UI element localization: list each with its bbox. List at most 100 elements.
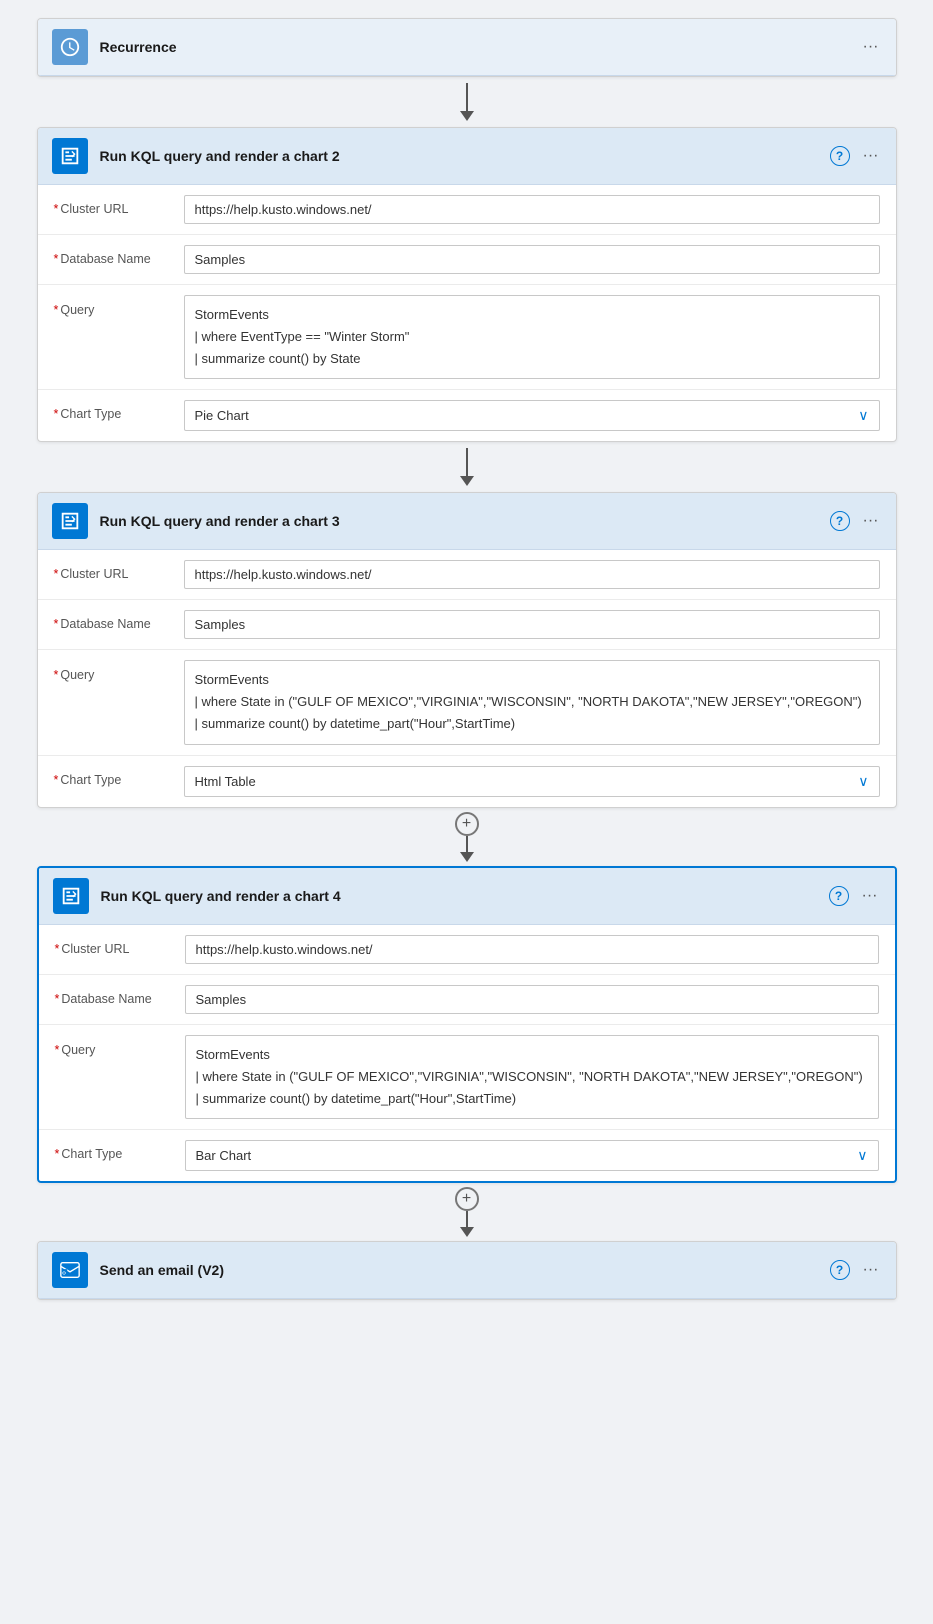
kql-card-2-query-box[interactable]: StormEvents | where EventType == "Winter… <box>184 295 880 379</box>
kql-card-4-actions: ? ··· <box>829 884 881 908</box>
kql-card-2-body: *Cluster URL *Database Name *Query <box>38 185 896 441</box>
email-card-actions: ? ··· <box>830 1258 882 1282</box>
kql-card-2-cluster-label: *Cluster URL <box>54 195 184 216</box>
kql-card-2-query-line1: StormEvents <box>195 304 869 326</box>
kql-card-4-query-box[interactable]: StormEvents | where State in ("GULF OF M… <box>185 1035 879 1119</box>
arrow-line-1 <box>466 83 468 111</box>
kql-card-3-body: *Cluster URL *Database Name *Query <box>38 550 896 806</box>
kql-card-3-title: Run KQL query and render a chart 3 <box>100 513 830 529</box>
kql-card-4-query-line2: | where State in ("GULF OF MEXICO","VIRG… <box>196 1066 868 1088</box>
kql-card-3-db-row: *Database Name <box>38 600 896 650</box>
recurrence-card: Recurrence ··· <box>37 18 897 77</box>
kql-card-3-query-value: StormEvents | where State in ("GULF OF M… <box>184 660 880 744</box>
kql-card-2-cluster-row: *Cluster URL <box>38 185 896 235</box>
kql-card-4-chart-label: *Chart Type <box>55 1140 185 1161</box>
kql-card-2-more-btn[interactable]: ··· <box>860 144 882 168</box>
kql-card-4-db-input[interactable] <box>185 985 879 1014</box>
kql-card-3: Run KQL query and render a chart 3 ? ···… <box>37 492 897 807</box>
kql-card-3-chart-row: *Chart Type Html Table ∨ <box>38 756 896 807</box>
kql-card-4-chart-row: *Chart Type Bar Chart ∨ <box>39 1130 895 1181</box>
kql-card-2-header: Run KQL query and render a chart 2 ? ··· <box>38 128 896 185</box>
recurrence-card-header: Recurrence ··· <box>38 19 896 76</box>
kql-card-4-help-btn[interactable]: ? <box>829 886 849 906</box>
connector-plus-3: + <box>37 812 897 862</box>
arrow-line-2 <box>466 448 468 476</box>
kql-card-2-cluster-value <box>184 195 880 224</box>
kql-card-3-cluster-value <box>184 560 880 589</box>
kql-card-4-db-value <box>185 985 879 1014</box>
kql-card-2-db-input[interactable] <box>184 245 880 274</box>
kql-card-2-actions: ? ··· <box>830 144 882 168</box>
recurrence-actions: ··· <box>860 35 882 59</box>
kql-card-3-db-value <box>184 610 880 639</box>
kql-svg-4 <box>60 885 82 907</box>
kql-card-3-db-input[interactable] <box>184 610 880 639</box>
kql-card-3-chart-select[interactable]: Html Table ∨ <box>184 766 880 797</box>
connector-1 <box>37 83 897 121</box>
kql-card-3-db-label: *Database Name <box>54 610 184 631</box>
kql-card-3-cluster-input[interactable] <box>184 560 880 589</box>
email-card-more-btn[interactable]: ··· <box>860 1258 882 1282</box>
kql-card-4-query-label: *Query <box>55 1035 185 1057</box>
kql-card-4-cluster-row: *Cluster URL <box>39 925 895 975</box>
kql-card-3-cluster-label: *Cluster URL <box>54 560 184 581</box>
kql-card-3-query-line2: | where State in ("GULF OF MEXICO","VIRG… <box>195 691 869 713</box>
email-card-title: Send an email (V2) <box>100 1262 830 1278</box>
kql-card-3-query-row: *Query StormEvents | where State in ("GU… <box>38 650 896 755</box>
clock-svg <box>59 36 81 58</box>
kql-card-4: Run KQL query and render a chart 4 ? ···… <box>37 866 897 1183</box>
kql-card-2-chart-row: *Chart Type Pie Chart ∨ <box>38 390 896 441</box>
kql-card-2-query-line3: | summarize count() by State <box>195 348 869 370</box>
kql-card-4-query-line3: | summarize count() by datetime_part("Ho… <box>196 1088 868 1110</box>
kql-card-3-query-label: *Query <box>54 660 184 682</box>
email-card-help-btn[interactable]: ? <box>830 1260 850 1280</box>
kql-card-4-header: Run KQL query and render a chart 4 ? ··· <box>39 868 895 925</box>
kql-card-4-body: *Cluster URL *Database Name *Query <box>39 925 895 1181</box>
kql-card-2-chart-label: *Chart Type <box>54 400 184 421</box>
kql-card-4-cluster-input[interactable] <box>185 935 879 964</box>
kql-card-2-query-value: StormEvents | where EventType == "Winter… <box>184 295 880 379</box>
recurrence-icon <box>52 29 88 65</box>
kql-card-4-db-label: *Database Name <box>55 985 185 1006</box>
kql-card-2-chevron-icon: ∨ <box>858 407 868 424</box>
kql-icon-4 <box>53 878 89 914</box>
email-svg: O <box>59 1259 81 1281</box>
arrow-head-4 <box>460 1227 474 1237</box>
kql-card-4-query-line1: StormEvents <box>196 1044 868 1066</box>
connector-plus-4: + <box>37 1187 897 1237</box>
kql-card-2-query-row: *Query StormEvents | where EventType == … <box>38 285 896 390</box>
kql-card-3-header: Run KQL query and render a chart 3 ? ··· <box>38 493 896 550</box>
kql-card-3-query-line1: StormEvents <box>195 669 869 691</box>
kql-card-4-chart-selected: Bar Chart <box>196 1148 252 1163</box>
kql-card-2-cluster-input[interactable] <box>184 195 880 224</box>
kql-card-3-query-box[interactable]: StormEvents | where State in ("GULF OF M… <box>184 660 880 744</box>
recurrence-more-btn[interactable]: ··· <box>860 35 882 59</box>
kql-card-3-help-btn[interactable]: ? <box>830 511 850 531</box>
kql-card-2-db-value <box>184 245 880 274</box>
kql-card-2-chart-value: Pie Chart ∨ <box>184 400 880 431</box>
kql-card-4-chart-value: Bar Chart ∨ <box>185 1140 879 1171</box>
kql-card-3-cluster-row: *Cluster URL <box>38 550 896 600</box>
kql-card-4-cluster-label: *Cluster URL <box>55 935 185 956</box>
arrow-line-3 <box>466 836 468 852</box>
kql-card-4-title: Run KQL query and render a chart 4 <box>101 888 829 904</box>
kql-card-2-chart-select[interactable]: Pie Chart ∨ <box>184 400 880 431</box>
arrow-head-2 <box>460 476 474 486</box>
connector-2 <box>37 448 897 486</box>
email-icon: O <box>52 1252 88 1288</box>
kql-card-3-chart-value: Html Table ∨ <box>184 766 880 797</box>
kql-card-2-help-btn[interactable]: ? <box>830 146 850 166</box>
kql-card-3-query-line3: | summarize count() by datetime_part("Ho… <box>195 713 869 735</box>
kql-card-4-more-btn[interactable]: ··· <box>859 884 881 908</box>
plus-btn-3[interactable]: + <box>455 812 479 836</box>
kql-card-4-chart-select[interactable]: Bar Chart ∨ <box>185 1140 879 1171</box>
plus-btn-4[interactable]: + <box>455 1187 479 1211</box>
email-card: O Send an email (V2) ? ··· <box>37 1241 897 1300</box>
kql-card-2-db-row: *Database Name <box>38 235 896 285</box>
kql-card-2-query-label: *Query <box>54 295 184 317</box>
kql-card-2-title: Run KQL query and render a chart 2 <box>100 148 830 164</box>
kql-card-4-query-row: *Query StormEvents | where State in ("GU… <box>39 1025 895 1130</box>
kql-card-3-more-btn[interactable]: ··· <box>860 509 882 533</box>
kql-card-3-chart-selected: Html Table <box>195 774 256 789</box>
kql-card-3-actions: ? ··· <box>830 509 882 533</box>
